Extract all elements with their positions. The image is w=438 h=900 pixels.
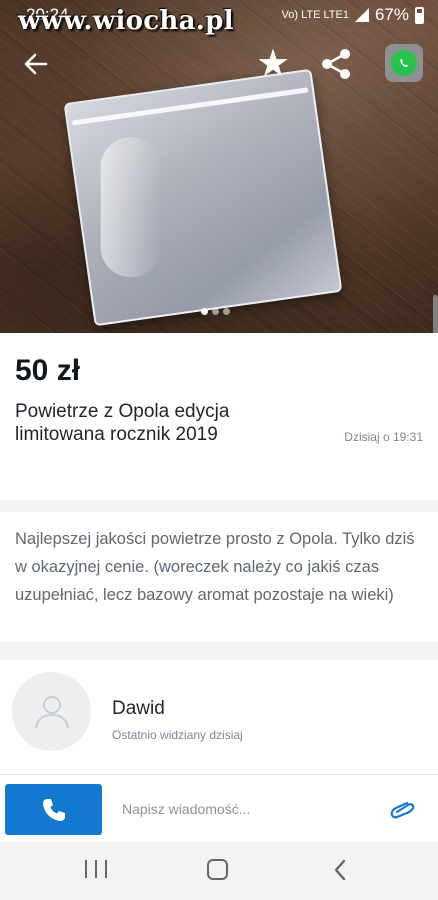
recent-apps-icon[interactable] [85, 860, 107, 880]
listing-description: Najlepszej jakości powietrze prosto z Op… [15, 530, 415, 604]
network-label: Vo) LTE LTE1 [281, 9, 349, 21]
star-icon: ★ [255, 43, 291, 85]
avatar[interactable] [12, 672, 91, 751]
message-input[interactable]: Napisz wiadomość... [122, 801, 250, 817]
share-button[interactable] [318, 44, 354, 84]
price-section: 50 zł Powietrze z Opola edycja limitowan… [0, 333, 438, 500]
phone-icon [42, 798, 65, 821]
seller-section[interactable]: Dawid Ostatnio widziany dzisiaj [0, 660, 438, 775]
user-avatar-icon [34, 695, 69, 728]
back-button[interactable] [18, 46, 54, 82]
pager-dot [201, 308, 208, 315]
listing-screen: 20:24 www.wiocha.pl Vo) LTE LTE1 67% ★ 5… [0, 0, 438, 900]
posted-date: Dzisiaj o 19:31 [344, 430, 423, 444]
signal-icon [354, 8, 369, 22]
home-icon[interactable] [207, 859, 228, 880]
call-button[interactable] [5, 784, 102, 835]
price: 50 zł [15, 354, 81, 387]
listing-title: Powietrze z Opola edycja limitowana rocz… [15, 401, 230, 445]
status-icons: Vo) LTE LTE1 67% [281, 5, 424, 25]
description-section: Najlepszej jakości powietrze prosto z Op… [0, 512, 438, 642]
battery-percent: 67% [374, 5, 409, 24]
favorite-button[interactable]: ★ [253, 44, 293, 84]
paperclip-icon [390, 801, 415, 819]
seller-last-seen: Ostatnio widziany dzisiaj [112, 728, 243, 742]
back-arrow-icon [24, 53, 48, 75]
watermark-text: www.wiocha.pl [18, 6, 234, 36]
listing-photo[interactable] [0, 0, 438, 333]
attach-button[interactable] [388, 797, 418, 821]
status-bar: 20:24 www.wiocha.pl Vo) LTE LTE1 67% [0, 0, 438, 36]
message-bar: Napisz wiadomość... [0, 774, 438, 842]
battery-icon [415, 6, 424, 24]
whatsapp-button[interactable] [385, 44, 423, 82]
nav-back-icon[interactable] [330, 858, 350, 882]
photo-pager-dots [201, 308, 230, 315]
system-nav-bar [0, 842, 438, 900]
plastic-bag-image [63, 68, 343, 327]
pager-dot [212, 308, 219, 315]
whatsapp-icon [391, 50, 417, 76]
pager-dot [223, 308, 230, 315]
share-icon [322, 49, 350, 79]
seller-name[interactable]: Dawid [112, 698, 165, 720]
